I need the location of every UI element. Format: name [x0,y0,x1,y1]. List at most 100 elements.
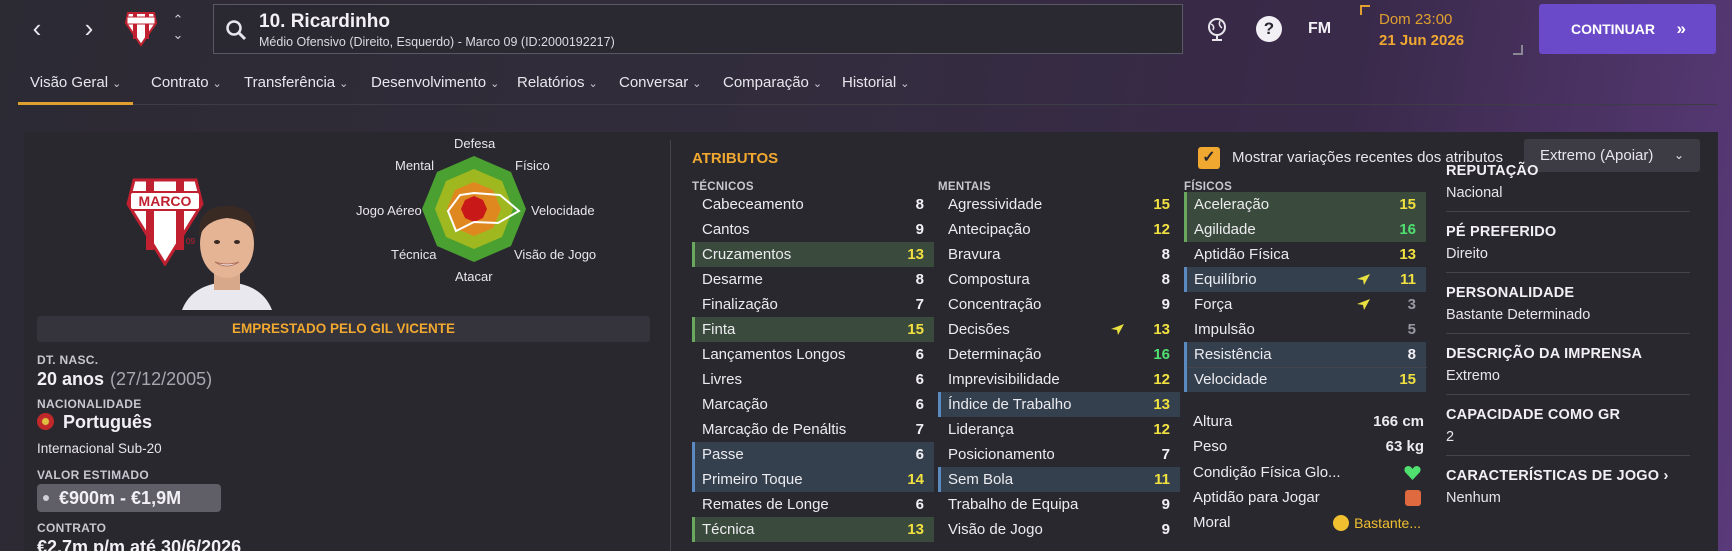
attributes-title: ATRIBUTOS [692,150,779,167]
morale-row[interactable]: Moral Bastante... [1193,511,1429,535]
attr-row[interactable]: Lançamentos Longos 6 [692,342,934,367]
attr-row[interactable]: Primeiro Toque 14 [692,467,934,492]
continue-button[interactable]: CONTINUAR » [1539,4,1716,54]
help-icon[interactable]: ? [1256,16,1282,42]
attr-row[interactable]: Impulsão 5 [1184,317,1426,342]
technical-column: Cabeceamento 8 Cantos 9 Cruzamentos 13 Desa… [692,192,934,542]
nationality-label: NACIONALIDADE [37,397,142,411]
fm-menu-button[interactable]: FM [1308,16,1342,42]
tab-contrato[interactable]: Contrato ⌄ [139,65,234,105]
attr-row[interactable]: Marcação de Penáltis 7 [692,417,934,442]
player-switch-arrows[interactable]: ⌃ ⌄ [170,12,186,42]
continue-label: CONTINUAR [1571,21,1655,37]
chevron-down-icon: ⌄ [212,78,222,90]
attr-row[interactable]: Cantos 9 [692,217,934,242]
attr-row[interactable]: Finta 15 [692,317,934,342]
attr-row[interactable]: Compostura 8 [938,267,1180,292]
attr-row[interactable]: Liderança 12 [938,417,1180,442]
attr-row[interactable]: Técnica 13 [692,517,934,542]
tab-visao-geral[interactable]: Visão Geral ⌄ [18,65,134,105]
attr-row[interactable]: Aceleração 15 [1184,192,1426,217]
player-photo [182,206,272,310]
attr-row[interactable]: Agilidade 16 [1184,217,1426,242]
date-corner-top [1360,5,1370,15]
attr-row[interactable]: Trabalho de Equipa 9 [938,492,1180,517]
attr-row[interactable]: Índice de Trabalho 13 [938,392,1180,417]
preferred-foot-block: PÉ PREFERIDO Direito [1446,224,1690,273]
attr-row[interactable]: Desarme 8 [692,267,934,292]
attr-row[interactable]: Imprevisibilidade 12 [938,367,1180,392]
traits-block[interactable]: CARACTERÍSTICAS DE JOGO › Nenhum [1446,468,1690,506]
radar-label-visao: Visão de Jogo [514,247,597,262]
morale-face-icon [1333,515,1350,531]
globe-icon[interactable] [1204,16,1230,42]
search-icon[interactable] [225,19,247,41]
attr-row[interactable]: Equilíbrio 11 [1184,267,1426,292]
game-date-text: 21 Jun 2026 [1379,32,1465,49]
heart-icon [1404,466,1421,480]
contract-value: €2,7m p/m até 30/6/2026 [37,537,242,551]
tab-relatorios[interactable]: Relatórios ⌄ [505,65,610,105]
forward-icon[interactable]: › [72,10,106,48]
physical-divider [1187,367,1427,368]
mental-column: Agressividade 15 Antecipação 12 Bravura 8 C… [938,192,1180,542]
player-description: Médio Ofensivo (Direito, Esquerdo) - Mar… [259,35,615,49]
attr-row[interactable]: Decisões 13 [938,317,1180,342]
tab-historial[interactable]: Historial ⌄ [830,65,921,105]
player-name: 10. Ricardinho [259,11,390,32]
attr-row[interactable]: Finalização 7 [692,292,934,317]
attr-row[interactable]: Livres 6 [692,367,934,392]
attr-row[interactable]: Remates de Longe 6 [692,492,934,517]
attr-row[interactable]: Resistência 8 [1184,342,1426,367]
club-crest-icon[interactable] [124,7,158,47]
radar-label-tecnica: Técnica [391,247,437,262]
chevron-down-icon: ⌄ [900,78,910,90]
player-search-box[interactable]: 10. Ricardinho Médio Ofensivo (Direito, … [213,4,1183,54]
chevron-down-icon: ⌄ [490,78,500,90]
match-fitness-row[interactable]: Aptidão para Jogar [1193,486,1429,510]
loan-banner: EMPRESTADO PELO GIL VICENTE [37,316,650,342]
back-icon[interactable]: ‹ [20,10,54,48]
chevron-down-icon: ⌄ [339,78,349,90]
attr-row[interactable]: Sem Bola 11 [938,467,1180,492]
chevron-down-icon: ⌄ [692,78,702,90]
chevron-down-icon: ⌄ [588,78,598,90]
reputation-block: REPUTAÇÃO Nacional [1446,163,1690,212]
attribute-radar: Defesa Físico Velocidade Visão de Jogo A… [356,136,664,306]
estimated-value-pill[interactable]: €900m - €1,9M [37,484,221,512]
attr-row[interactable]: Passe 6 [692,442,934,467]
show-changes-checkbox[interactable]: ✓ [1198,147,1220,169]
personality-block: PERSONALIDADE Bastante Determinado [1446,285,1690,334]
attr-row[interactable]: Antecipação 12 [938,217,1180,242]
radar-label-jogo-aereo: Jogo Aéreo [356,203,422,218]
attr-row[interactable]: Velocidade 15 [1184,367,1426,392]
tab-comparacao[interactable]: Comparação ⌄ [711,65,834,105]
attr-row[interactable]: Agressividade 15 [938,192,1180,217]
attr-row[interactable]: Cruzamentos 13 [692,242,934,267]
attr-row[interactable]: Aptidão Física 13 [1184,242,1426,267]
portugal-flag-icon [37,413,54,430]
date-corner-bottom [1513,45,1523,55]
attr-row[interactable]: Força 3 [1184,292,1426,317]
attr-row[interactable]: Marcação 6 [692,392,934,417]
attr-row[interactable]: Visão de Jogo 9 [938,517,1180,542]
value-dot-icon [43,495,49,501]
boot-icon [1405,490,1421,506]
increase-arrow-icon [1357,299,1370,310]
dob-label: DT. NASC. [37,353,99,367]
gk-ability-block: CAPACIDADE COMO GR 2 [1446,407,1690,456]
tab-transferencia[interactable]: Transferência ⌄ [232,65,360,105]
nationality-value[interactable]: Português [37,412,152,433]
divider [670,140,671,551]
tab-desenvolvimento[interactable]: Desenvolvimento ⌄ [359,65,511,105]
tab-conversar[interactable]: Conversar ⌄ [607,65,713,105]
attr-row[interactable]: Determinação 16 [938,342,1180,367]
attr-row[interactable]: Concentração 9 [938,292,1180,317]
attr-row[interactable]: Cabeceamento 8 [692,192,934,217]
condition-row[interactable]: Condição Física Glo... [1193,461,1429,485]
chevron-down-icon: ⌄ [812,78,823,90]
profile-section: MARCO 09 Defesa Físico Velocidade Visão … [24,132,666,551]
attr-row[interactable]: Posicionamento 7 [938,442,1180,467]
attr-row[interactable]: Bravura 8 [938,242,1180,267]
top-bar: ‹ › ⌃ ⌄ 10. Ricardinho Médio Ofensivo (Di… [0,0,1732,60]
